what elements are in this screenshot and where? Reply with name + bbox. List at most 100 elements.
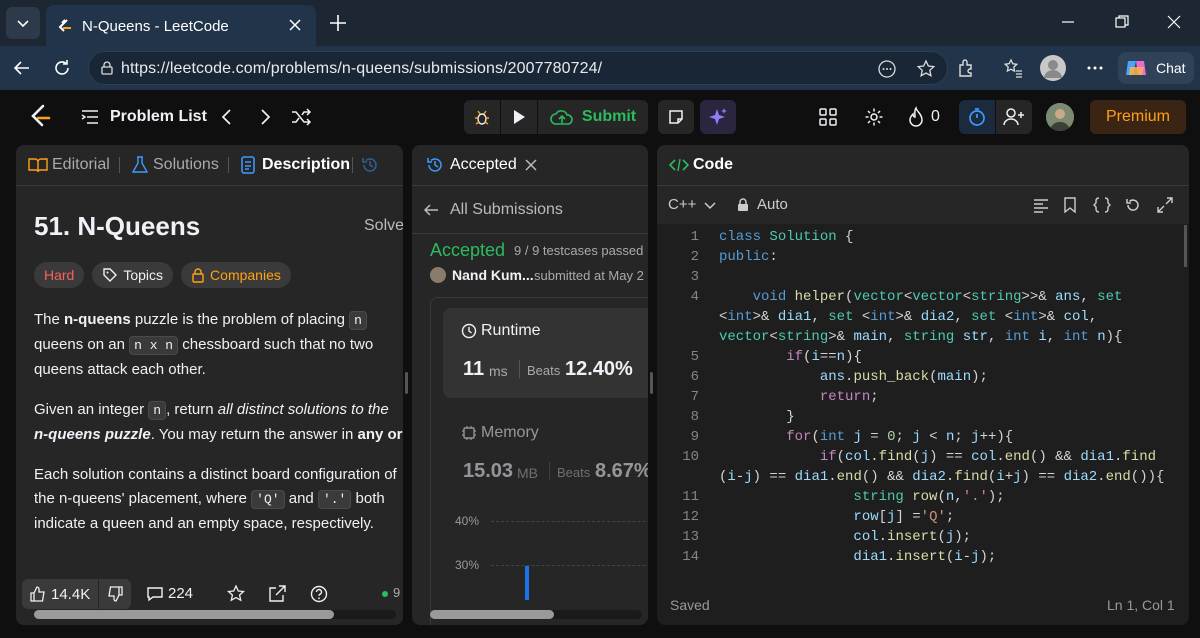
dislike-button[interactable] [99, 579, 131, 609]
refresh-icon[interactable] [52, 58, 72, 78]
more-dots-circle-icon[interactable] [877, 59, 897, 79]
panel-resize-handle[interactable] [405, 372, 408, 394]
vertical-scrollbar[interactable] [1184, 225, 1187, 267]
layout-grid-icon[interactable] [818, 107, 838, 127]
line-number: 3 [690, 269, 699, 285]
memory-label: Memory [481, 424, 539, 441]
help-question-icon[interactable] [310, 585, 328, 603]
leetcode-logo-icon[interactable] [28, 104, 52, 130]
favorite-star-icon[interactable] [227, 585, 245, 603]
premium-button[interactable]: Premium [1090, 100, 1186, 134]
add-user-icon [1003, 108, 1024, 126]
chevron-down-icon [704, 201, 716, 209]
next-problem-chevron-icon[interactable] [258, 108, 272, 126]
timer-button[interactable] [959, 100, 995, 134]
streak-flame-icon[interactable] [906, 106, 926, 128]
code-panel: Code C++ Auto 1 2 3 4 5 6 7 8 9 10 11 12… [657, 145, 1189, 625]
submit-label: Submit [581, 108, 637, 125]
tab-editorial[interactable]: Editorial [28, 145, 110, 185]
comment-icon[interactable] [146, 586, 164, 602]
url-field[interactable]: https://leetcode.com/problems/n-queens/s… [88, 51, 948, 85]
runtime-label: Runtime [481, 322, 541, 339]
format-align-icon[interactable] [1033, 197, 1049, 213]
scrollbar-thumb[interactable] [34, 610, 334, 619]
chip-icon [462, 426, 476, 440]
new-tab-plus-icon[interactable] [328, 13, 348, 33]
chat-label: Chat [1156, 60, 1186, 76]
submitter-name[interactable]: Nand Kum... [452, 267, 534, 283]
restore-icon[interactable] [1114, 14, 1130, 30]
site-info-icon[interactable] [99, 60, 115, 76]
submissions-history-icon[interactable] [361, 156, 379, 174]
like-dislike-group: 14.4K [22, 579, 132, 609]
companies-label: Companies [210, 267, 281, 283]
copilot-chat-button[interactable]: Chat [1118, 52, 1194, 84]
like-button[interactable]: 14.4K [22, 579, 100, 609]
line-number: 14 [682, 549, 699, 565]
debug-button[interactable] [464, 100, 500, 134]
share-external-icon[interactable] [268, 585, 286, 603]
favorites-list-icon[interactable] [1002, 57, 1024, 79]
expand-icon[interactable] [1157, 197, 1173, 213]
runtime-box[interactable]: Runtime 11 ms Beats 12.40% [443, 308, 648, 398]
share-invite-button[interactable] [996, 100, 1032, 134]
chart-bar[interactable] [525, 566, 529, 600]
notes-button[interactable] [658, 100, 694, 134]
submit-button[interactable]: Submit [538, 100, 648, 134]
cursor-position: Ln 1, Col 1 [1107, 597, 1175, 613]
problem-list-link[interactable]: Problem List [110, 108, 207, 126]
bookmark-icon[interactable] [1063, 197, 1077, 213]
braces-icon[interactable] [1093, 197, 1111, 213]
submitter-avatar [430, 267, 446, 283]
reset-undo-icon[interactable] [1125, 197, 1141, 213]
browser-address-bar: https://leetcode.com/problems/n-queens/s… [0, 46, 1200, 90]
horizontal-scrollbar[interactable] [430, 610, 642, 619]
language-select[interactable]: C++ [668, 196, 716, 213]
shuffle-icon[interactable] [290, 108, 312, 126]
panel-resize-handle[interactable] [650, 372, 653, 394]
code-line: void helper(vector<vector<string>>& ans,… [752, 289, 1123, 305]
testcases-passed: 9 / 9 testcases passed [514, 243, 644, 258]
book-icon [28, 158, 48, 173]
code-line: return; [819, 389, 879, 405]
browser-tab[interactable]: N-Queens - LeetCode [46, 5, 316, 46]
tab-accepted[interactable]: Accepted [426, 145, 537, 185]
tab-solutions[interactable]: Solutions [132, 145, 219, 185]
extensions-icon[interactable] [956, 57, 978, 79]
profile-avatar[interactable] [1040, 55, 1066, 81]
run-button[interactable] [501, 100, 537, 134]
line-number: 10 [682, 449, 699, 465]
companies-tag[interactable]: Companies [181, 262, 291, 288]
settings-gear-icon[interactable] [864, 107, 884, 127]
auto-mode[interactable]: Auto [737, 196, 788, 213]
prev-problem-chevron-icon[interactable] [220, 108, 234, 126]
memory-value: 15.03 [463, 460, 514, 482]
premium-label: Premium [1105, 108, 1170, 125]
topics-tag[interactable]: Topics [92, 262, 174, 288]
tab-actions-menu-button[interactable] [6, 7, 40, 39]
back-arrow-icon[interactable] [12, 58, 32, 78]
close-tab-icon[interactable] [525, 159, 537, 171]
tab-description[interactable]: Description [240, 145, 350, 185]
scrollbar-thumb[interactable] [430, 610, 554, 619]
problem-list-icon [80, 108, 100, 126]
favorite-star-icon[interactable] [916, 59, 936, 79]
memory-box[interactable]: Memory 15.03 MB Beats 8.67% [443, 410, 648, 500]
tab-divider [352, 157, 353, 173]
minimize-icon[interactable] [1060, 14, 1076, 30]
close-icon[interactable] [288, 18, 302, 32]
description-paragraph: The n-queens puzzle is the problem of pl… [34, 311, 374, 378]
code-editor[interactable]: 1 2 3 4 5 6 7 8 9 10 11 12 13 14 class S… [657, 229, 1189, 584]
horizontal-scrollbar[interactable] [34, 610, 396, 619]
code-line: if(i==n){ [786, 349, 862, 365]
sparkle-icon [709, 108, 727, 125]
ai-assistant-button[interactable] [700, 100, 736, 134]
all-submissions-link[interactable]: All Submissions [422, 195, 563, 225]
tab-code[interactable]: Code [669, 145, 733, 185]
settings-more-icon[interactable] [1085, 58, 1105, 78]
runtime-beats: 12.40% [565, 358, 633, 380]
note-icon [669, 110, 683, 124]
line-number: 7 [690, 389, 699, 405]
user-avatar[interactable] [1046, 103, 1074, 131]
window-close-icon[interactable] [1166, 14, 1182, 30]
